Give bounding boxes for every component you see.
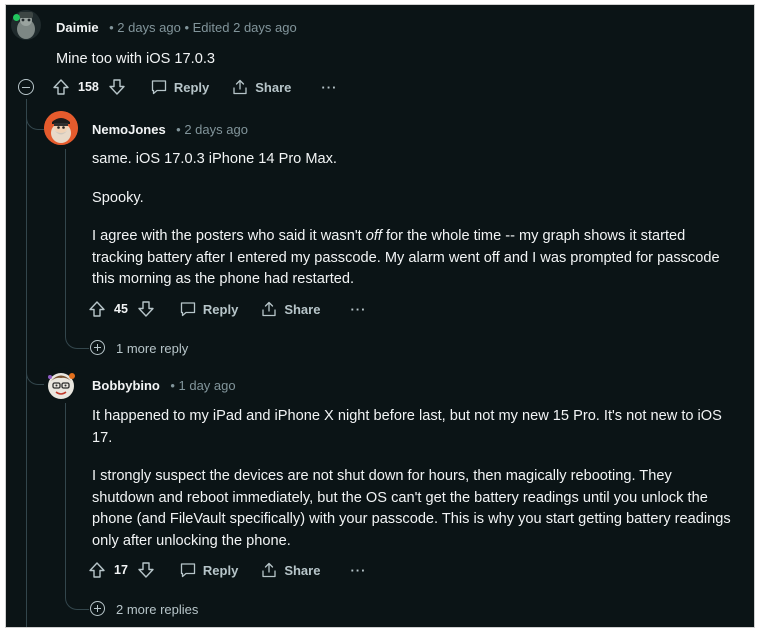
avatar[interactable] xyxy=(44,367,78,401)
share-label: Share xyxy=(284,301,321,317)
comment-icon xyxy=(179,561,197,579)
reply-button[interactable]: Reply xyxy=(179,561,238,579)
vote-count: 45 xyxy=(114,302,128,316)
share-label: Share xyxy=(255,79,292,95)
thread-elbow-2[interactable] xyxy=(26,360,45,385)
reply-button[interactable]: Reply xyxy=(179,300,238,318)
downvote-icon[interactable] xyxy=(137,300,155,318)
share-button[interactable]: Share xyxy=(260,300,320,318)
action-bar: 45 Reply Share ··· xyxy=(88,299,366,319)
downvote-icon[interactable] xyxy=(108,78,126,96)
expand-replies-icon[interactable] xyxy=(90,340,105,355)
comment-body: It happened to my iPad and iPhone X nigh… xyxy=(92,406,732,552)
reply-label: Reply xyxy=(202,562,239,578)
share-icon xyxy=(260,561,278,579)
thread-line-bobbybino[interactable] xyxy=(65,403,66,563)
thread-elbow-more-2[interactable] xyxy=(65,562,89,610)
comment-paragraph: It happened to my iPad and iPhone X nigh… xyxy=(92,408,722,446)
comment-meta: • 1 day ago xyxy=(170,378,236,393)
expand-replies-icon[interactable] xyxy=(90,601,105,616)
upvote-icon[interactable] xyxy=(88,300,106,318)
vote-count: 17 xyxy=(114,563,128,577)
action-bar: 158 Reply Share ··· xyxy=(52,77,337,97)
share-label: Share xyxy=(284,562,321,578)
comment-meta: • 2 days ago • Edited 2 days ago xyxy=(109,20,297,35)
share-button[interactable]: Share xyxy=(260,561,320,579)
avatar[interactable] xyxy=(44,111,78,145)
thread-line-nemojones[interactable] xyxy=(65,149,66,304)
comment-thread: Daimie • 2 days ago • Edited 2 days ago … xyxy=(6,5,754,627)
comment-author[interactable]: Bobbybino xyxy=(92,378,160,393)
vote-count: 158 xyxy=(78,80,99,94)
overflow-menu-icon[interactable]: ··· xyxy=(350,302,366,317)
comment-paragraph: Mine too with iOS 17.0.3 xyxy=(56,51,215,67)
reply-label: Reply xyxy=(173,79,210,95)
comment-body: Mine too with iOS 17.0.3 xyxy=(56,49,736,71)
comment-author[interactable]: Daimie xyxy=(56,20,99,35)
comment-icon xyxy=(150,78,168,96)
overflow-menu-icon[interactable]: ··· xyxy=(350,563,366,578)
share-icon xyxy=(231,78,249,96)
reply-label: Reply xyxy=(202,301,239,317)
downvote-icon[interactable] xyxy=(137,561,155,579)
more-replies-link[interactable]: 2 more replies xyxy=(116,602,198,617)
comment-paragraph: same. iOS 17.0.3 iPhone 14 Pro Max. xyxy=(92,151,337,167)
thread-elbow-more-1[interactable] xyxy=(65,303,89,349)
comment-paragraph: I agree with the posters who said it was… xyxy=(92,226,732,291)
upvote-icon[interactable] xyxy=(52,78,70,96)
collapse-thread-button[interactable] xyxy=(18,79,34,95)
comment-icon xyxy=(179,300,197,318)
emphasis-text: off xyxy=(365,228,382,244)
paragraph-text: I agree with the posters who said it was… xyxy=(92,228,366,244)
upvote-icon[interactable] xyxy=(88,561,106,579)
comment-author[interactable]: NemoJones xyxy=(92,122,166,137)
share-icon xyxy=(260,300,278,318)
comment-paragraph: Spooky. xyxy=(92,189,144,206)
more-replies-link[interactable]: 1 more reply xyxy=(116,341,188,356)
share-button[interactable]: Share xyxy=(231,78,291,96)
overflow-menu-icon[interactable]: ··· xyxy=(321,80,337,95)
comment-paragraph: I strongly suspect the devices are not s… xyxy=(92,468,731,549)
thread-elbow-1[interactable] xyxy=(26,99,45,130)
comment-meta: • 2 days ago xyxy=(176,122,248,137)
action-bar: 17 Reply Share ··· xyxy=(88,560,366,580)
comment-body: same. iOS 17.0.3 iPhone 14 Pro Max. Spoo… xyxy=(92,149,732,291)
reply-button[interactable]: Reply xyxy=(150,78,209,96)
online-indicator xyxy=(13,14,20,21)
